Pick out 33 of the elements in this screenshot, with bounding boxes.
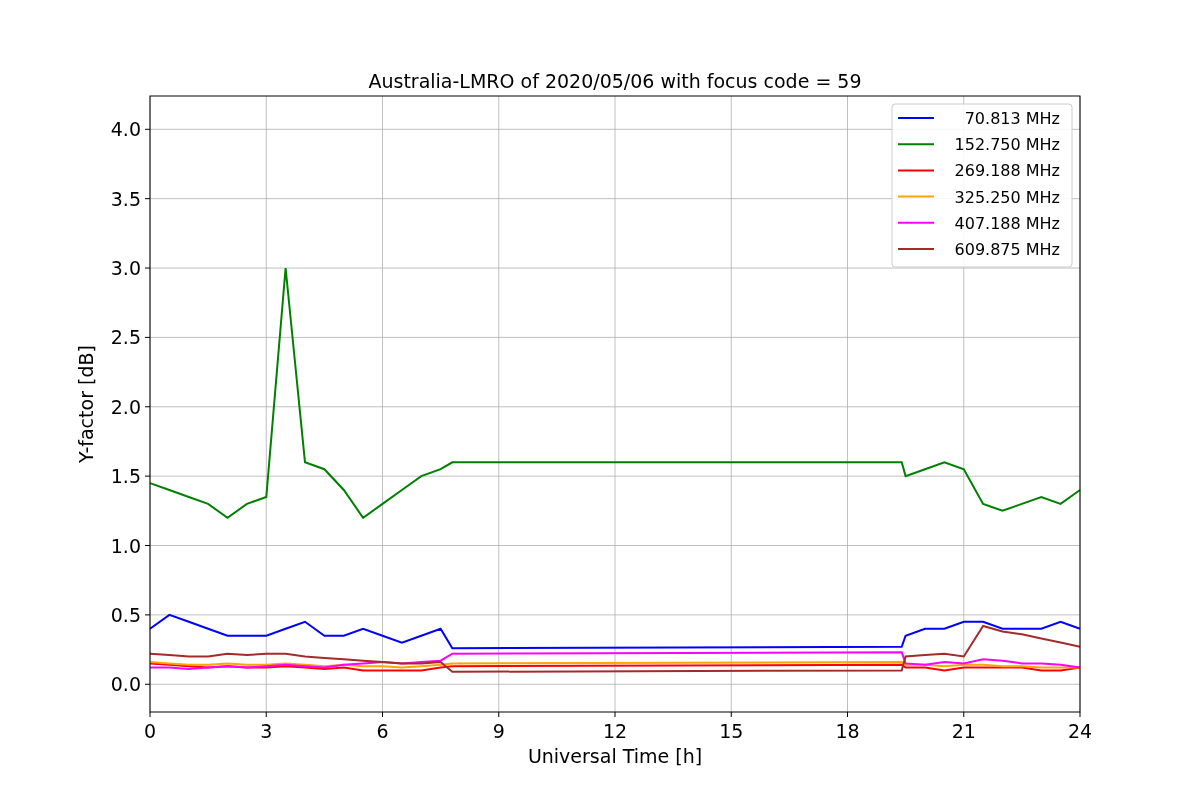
tick-label: 2.5 bbox=[110, 326, 141, 349]
tick-label: 21 bbox=[951, 720, 976, 742]
axis-label: Universal Time [h] bbox=[527, 745, 703, 767]
tick-label: 1.5 bbox=[110, 465, 141, 488]
tick-label: 4.0 bbox=[110, 118, 141, 141]
tick-label: 3.5 bbox=[110, 187, 141, 210]
tick-label: 12 bbox=[602, 720, 628, 742]
legend-line bbox=[897, 248, 935, 250]
tick-label: 24 bbox=[1067, 720, 1093, 742]
legend-line bbox=[897, 221, 935, 224]
tick-label: 0.5 bbox=[110, 603, 141, 626]
tick-label: 3.0 bbox=[110, 257, 141, 280]
legend-label: 325.250 MHz bbox=[954, 187, 1060, 207]
legend-label: 269.188 MHz bbox=[954, 161, 1060, 181]
axis-label: Y-factor [dB] bbox=[75, 345, 97, 463]
tick-label: 9 bbox=[492, 720, 505, 742]
tick-label: 0 bbox=[143, 720, 157, 742]
tick-label: 2.0 bbox=[110, 395, 141, 418]
tick-label: 3 bbox=[260, 720, 273, 742]
chart-title: Australia-LMRO of 2020/05/06 with focus code = 59 bbox=[368, 70, 862, 92]
legend-line bbox=[897, 143, 935, 146]
tick-label: 0.0 bbox=[110, 673, 141, 696]
tick-label: 6 bbox=[376, 720, 389, 742]
tick-label: 18 bbox=[835, 720, 860, 742]
legend-line bbox=[897, 117, 935, 119]
tick-label: 1.0 bbox=[110, 534, 141, 557]
legend-line bbox=[897, 169, 935, 172]
legend-label: 407.188 MHz bbox=[954, 213, 1060, 233]
legend-label: 152.750 MHz bbox=[954, 135, 1060, 155]
legend-label: 609.875 MHz bbox=[954, 240, 1060, 259]
legend-line bbox=[897, 195, 935, 198]
legend-label: 70.813 MHz bbox=[964, 109, 1060, 128]
tick-label: 15 bbox=[719, 720, 744, 742]
